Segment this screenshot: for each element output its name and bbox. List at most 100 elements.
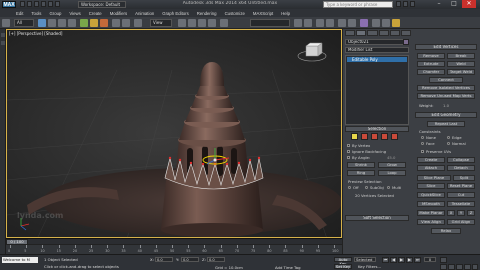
preview-subobj-radio[interactable] [365, 186, 368, 189]
slice-plane-button[interactable]: Slice Plane [417, 175, 451, 181]
weight-field[interactable]: 1.0 [443, 103, 449, 108]
modifier-list-dropdown[interactable]: Modifier List [345, 47, 409, 53]
constraint-face-radio[interactable] [421, 142, 424, 145]
modifier-stack[interactable]: Editable Poly [345, 55, 409, 125]
undo-tool-icon[interactable] [2, 19, 10, 27]
project-folder-icon[interactable] [55, 1, 60, 7]
grid-align-button[interactable]: Grid Align [447, 219, 475, 225]
add-time-tag[interactable]: Add Time Tag [275, 265, 300, 270]
menu-help[interactable]: Help [277, 11, 294, 16]
viewport-scene[interactable]: lynda.com [7, 30, 342, 238]
angle-value[interactable]: 45.0 [387, 155, 395, 160]
track-bar[interactable]: 0 5 10 15 20 25 30 35 40 45 50 55 60 65 70 75 80 85 90 95 10… [6, 244, 342, 254]
attach-button[interactable]: Attach [417, 165, 445, 171]
soft-selection-rollout-header[interactable]: Soft Selection [345, 215, 409, 221]
ignore-backfacing-checkbox[interactable] [347, 150, 350, 153]
planar-x-button[interactable]: X [447, 210, 455, 216]
current-frame-field[interactable]: 0 [424, 257, 436, 262]
go-to-end-icon[interactable]: ⏭ [414, 257, 421, 263]
motion-tab-icon[interactable] [378, 30, 389, 36]
undo-icon[interactable] [41, 1, 46, 7]
play-icon[interactable]: ▶ [398, 257, 405, 263]
previous-frame-icon[interactable]: ◀ [390, 257, 397, 263]
search-input[interactable]: Type a keyword or phrase [323, 1, 393, 8]
selection-rollout-header[interactable]: Selection [345, 126, 409, 132]
border-mode-icon[interactable] [371, 133, 378, 140]
menu-edit[interactable]: Edit [12, 11, 27, 16]
open-file-icon[interactable] [27, 1, 32, 7]
stack-item-editable-poly[interactable]: Editable Poly [347, 57, 407, 62]
menu-tools[interactable]: Tools [27, 11, 45, 16]
make-planar-button[interactable]: Make Planar [417, 210, 445, 216]
material-editor-icon[interactable] [360, 19, 368, 27]
chamfer-button[interactable]: Chamfer [417, 69, 445, 75]
shrink-button[interactable]: Shrink [347, 162, 375, 168]
select-object-icon[interactable] [38, 19, 46, 27]
loop-button[interactable]: Loop [378, 170, 406, 176]
create-button[interactable]: Create [417, 157, 445, 163]
layer-manager-icon[interactable] [316, 19, 324, 27]
x-coord-field[interactable]: 0.0 [155, 257, 173, 262]
binoculars-icon[interactable] [396, 1, 401, 7]
perspective-viewport[interactable]: lynda.com [+] [Perspective] [Shaded] [6, 29, 342, 238]
pan-view-icon[interactable] [456, 264, 463, 270]
select-by-name-icon[interactable] [48, 19, 56, 27]
schematic-view-icon[interactable] [348, 19, 356, 27]
save-icon[interactable] [34, 1, 39, 7]
time-configuration-icon[interactable] [440, 257, 447, 263]
menu-animation[interactable]: Animation [131, 11, 158, 16]
ribbon-toggle-icon[interactable] [1, 33, 5, 37]
polygon-mode-icon[interactable] [381, 133, 388, 140]
menu-group[interactable]: Group [45, 11, 65, 16]
tessellate-button[interactable]: Tessellate [447, 201, 475, 207]
next-frame-icon[interactable]: ▶ [406, 257, 413, 263]
menu-rendering[interactable]: Rendering [193, 11, 221, 16]
quickslice-button[interactable]: QuickSlice [417, 192, 445, 198]
break-button[interactable]: Break [447, 53, 475, 59]
maximize-viewport-icon[interactable] [472, 264, 478, 270]
select-rotate-icon[interactable] [90, 19, 98, 27]
repeat-last-button[interactable]: Repeat Last [427, 121, 465, 127]
planar-z-button[interactable]: Z [467, 210, 475, 216]
slice-button[interactable]: Slice [417, 183, 445, 189]
render-setup-icon[interactable] [372, 19, 380, 27]
close-button[interactable]: ✕ [462, 0, 476, 8]
window-crossing-icon[interactable] [68, 19, 76, 27]
angle-snap-icon[interactable] [188, 19, 196, 27]
constraint-none-radio[interactable] [421, 136, 424, 139]
utilities-tab-icon[interactable] [400, 30, 412, 36]
key-filters-button[interactable]: Key Filters... [358, 264, 381, 269]
modify-tab-icon[interactable] [356, 30, 367, 36]
selection-region-icon[interactable] [58, 19, 66, 27]
key-mode-dropdown[interactable]: Selected [354, 257, 376, 262]
relax-button[interactable]: Relax [431, 228, 461, 234]
go-to-start-icon[interactable]: ⏮ [382, 257, 389, 263]
detach-button[interactable]: Detach [447, 165, 475, 171]
planar-y-button[interactable]: Y [457, 210, 465, 216]
reference-coord-icon[interactable] [112, 19, 120, 27]
by-angle-checkbox[interactable] [347, 156, 350, 159]
maxscript-listener-field[interactable]: Welcome to M [2, 257, 38, 263]
edit-geometry-rollout-header[interactable]: Edit Geometry [415, 112, 477, 118]
spinner-snap-icon[interactable] [208, 19, 216, 27]
menu-views[interactable]: Views [65, 11, 84, 16]
by-vertex-checkbox[interactable] [347, 144, 350, 147]
constraint-normal-radio[interactable] [447, 142, 450, 145]
new-file-icon[interactable] [20, 1, 25, 7]
ribbon-tab-icon[interactable] [1, 41, 5, 45]
select-scale-icon[interactable] [100, 19, 108, 27]
set-key-button[interactable]: Set Key [334, 264, 352, 269]
auto-key-button[interactable]: Auto Key [334, 257, 352, 266]
edit-named-selection-icon[interactable] [220, 19, 228, 27]
edge-mode-icon[interactable] [361, 133, 368, 140]
select-move-icon[interactable] [80, 19, 88, 27]
minimize-button[interactable]: – [432, 0, 446, 8]
ring-button[interactable]: Ring [347, 170, 375, 176]
app-menu-button[interactable]: MAX [2, 1, 16, 8]
y-coord-field[interactable]: 0.0 [181, 257, 199, 262]
star-icon[interactable] [403, 1, 408, 7]
named-selection-dropdown[interactable] [250, 19, 290, 27]
object-name-field[interactable]: Object021 [345, 39, 409, 45]
workspace-dropdown[interactable]: Workspace: Default [78, 1, 126, 8]
remove-unused-map-verts-button[interactable]: Remove Unused Map Verts [417, 93, 475, 99]
